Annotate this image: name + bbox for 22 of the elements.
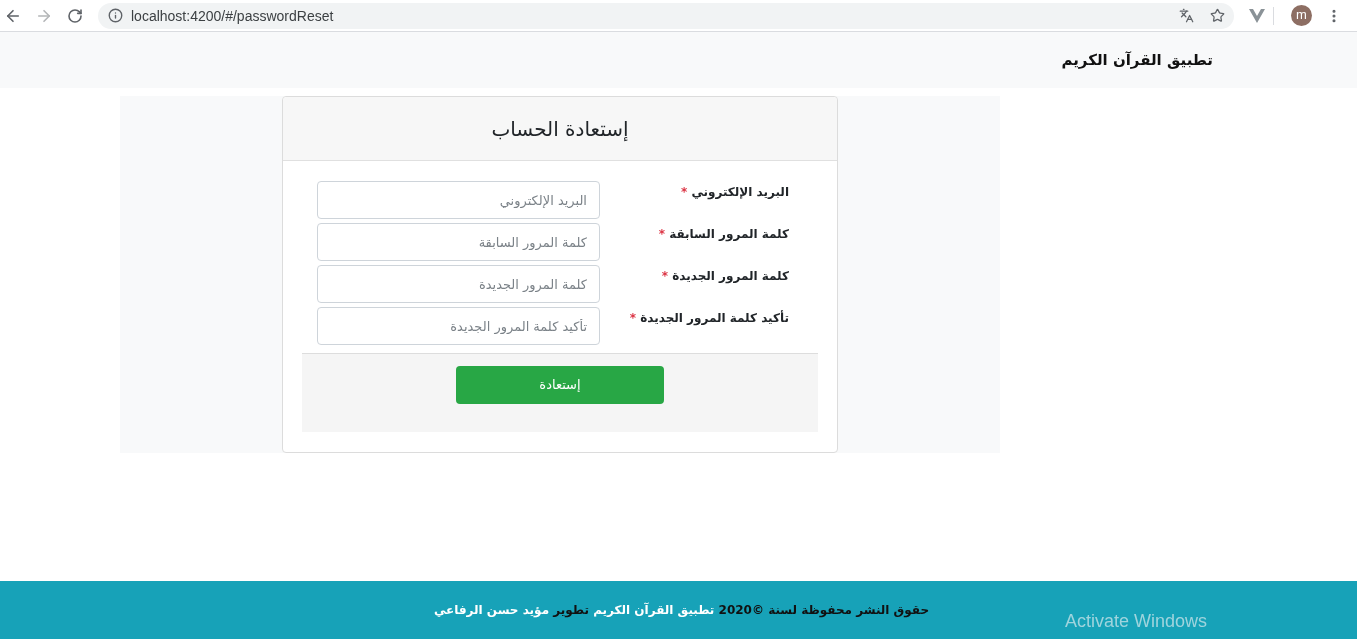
footer-link[interactable]: مؤيد حسن الرفاعي	[433, 603, 550, 617]
v-logo-icon[interactable]	[1249, 8, 1265, 23]
address-bar[interactable]: localhost:4200/#/passwordReset	[98, 2, 1234, 29]
field-label: تأكيد كلمة المرور الجديدة *	[628, 309, 789, 328]
card-title: إستعادة الحساب	[491, 115, 629, 143]
field-label: كلمة المرور السابقة *	[657, 226, 789, 244]
activate-windows-text: Activate Windows	[1065, 612, 1208, 630]
info-icon[interactable]	[108, 8, 123, 23]
text-input[interactable]: كلمة المرور السابقة	[317, 223, 600, 261]
text-input[interactable]: كلمة المرور الجديدة	[317, 265, 600, 303]
star-icon[interactable]	[1210, 8, 1225, 23]
field-label: كلمة المرور الجديدة *	[660, 268, 789, 286]
field-label: البريد الإلكتروني *	[679, 184, 789, 202]
submit-button[interactable]: إستعادة	[456, 366, 664, 404]
reload-icon	[67, 7, 83, 24]
footer-link[interactable]: تطبيق القرآن الكريم	[593, 603, 715, 617]
translate-icon[interactable]	[1179, 8, 1194, 23]
copyright-text: حقوق النشر محفوظة لسنة ©2020 تطبيق القرآن الكريم تطوير مؤيد حسن الرفاعي	[433, 601, 930, 620]
brand-title[interactable]: تطبيق القرآن الكريم	[1061, 48, 1213, 72]
profile-avatar[interactable]: m	[1291, 5, 1312, 26]
url-text: localhost:4200/#/passwordReset	[131, 8, 334, 23]
text-input[interactable]: البريد الإلكتروني	[317, 181, 600, 219]
